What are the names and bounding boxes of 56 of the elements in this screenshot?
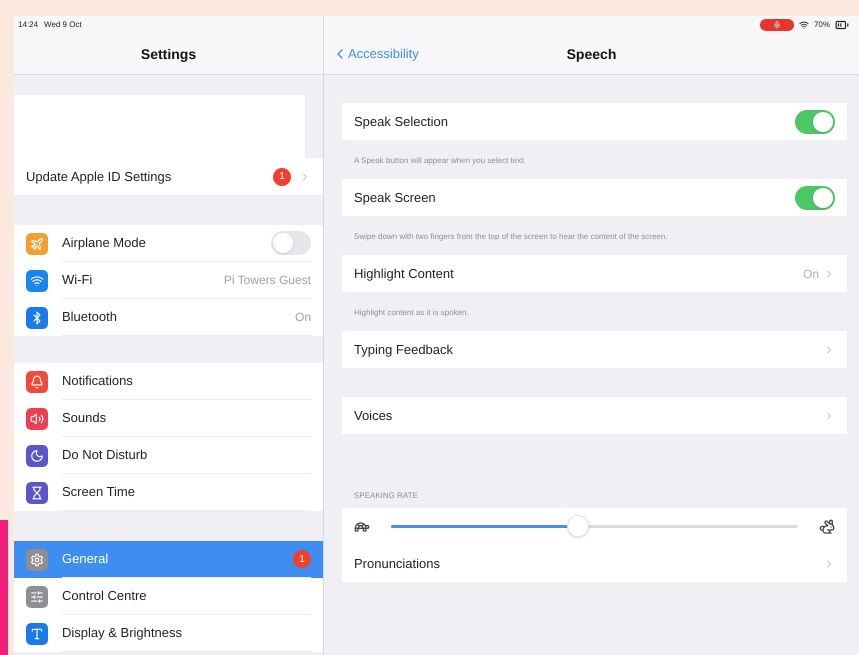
row-label: Do Not Disturb — [62, 446, 148, 464]
microphone-icon — [772, 21, 781, 29]
row-label: Screen Time — [62, 483, 135, 502]
battery-icon — [835, 18, 849, 32]
slider-thumb[interactable] — [567, 515, 590, 537]
footnote-text: A Speak button will appear when you select text. — [354, 156, 526, 165]
row-label: Pronunciations — [354, 554, 440, 573]
settings-row[interactable]: Highlight Content On — [342, 255, 847, 292]
account-row[interactable]: Update Apple ID Settings 1 — [14, 158, 323, 195]
settings-row[interactable]: Wi-Fi Pi Towers Guest — [14, 262, 323, 299]
rabbit-icon — [819, 518, 835, 534]
row-label: Bluetooth — [62, 308, 117, 326]
row-label: Typing Feedback — [354, 340, 454, 359]
footnote-text: Swipe down with two fingers from the top of the screen to hear the content of the screen. — [354, 232, 668, 241]
notification-badge: 1 — [273, 168, 291, 186]
settings-row[interactable]: Bluetooth On — [14, 299, 323, 336]
settings-row[interactable]: Speak Screen — [342, 179, 847, 216]
settings-row[interactable]: Notifications — [14, 363, 323, 400]
row-label: Display & Brightness — [62, 624, 182, 642]
settings-row[interactable]: Speak Selection — [342, 103, 847, 140]
row-label: General — [62, 550, 108, 568]
battery-percent: 70% — [814, 19, 830, 31]
section-header: SPEAKING RATE — [354, 490, 418, 502]
row-value: On — [802, 266, 819, 282]
row-label: Notifications — [62, 372, 133, 390]
settings-row[interactable]: Typing Feedback — [342, 331, 847, 368]
row-label: Update Apple ID Settings — [26, 168, 172, 186]
sidebar-title: Settings — [140, 44, 196, 64]
row-label: Wi-Fi — [62, 271, 92, 290]
page-title: Speech — [566, 44, 616, 64]
settings-row[interactable]: Do Not Disturb — [14, 437, 323, 474]
status-time: 14:24 — [18, 19, 38, 31]
settings-row[interactable]: Display & Brightness — [14, 615, 323, 652]
settings-row[interactable]: General 1 — [14, 541, 323, 578]
row-value: On — [294, 309, 311, 326]
toggle-switch[interactable] — [271, 231, 311, 255]
notification-badge: 1 — [293, 550, 311, 568]
footnote-text: Highlight content as it is spoken. — [354, 308, 469, 317]
row-label: Control Centre — [62, 587, 147, 606]
settings-row[interactable]: Pronunciations — [342, 545, 847, 582]
status-date: Wed 9 Oct — [44, 19, 82, 31]
toggle-switch[interactable] — [795, 110, 835, 134]
row-label: Speak Screen — [354, 188, 436, 207]
settings-row[interactable]: Voices — [342, 397, 847, 434]
row-label: Airplane Mode — [62, 234, 146, 252]
row-label: Highlight Content — [354, 264, 454, 283]
settings-row[interactable]: Sounds — [14, 400, 323, 437]
settings-row[interactable]: Control Centre — [14, 578, 323, 615]
toggle-switch[interactable] — [795, 186, 835, 210]
row-label: Speak Selection — [354, 112, 448, 131]
row-label: Voices — [354, 406, 392, 425]
row-value: Pi Towers Guest — [224, 272, 311, 289]
row-label: Sounds — [62, 409, 106, 428]
settings-row[interactable]: Screen Time — [14, 474, 323, 511]
wifi-icon — [798, 20, 809, 30]
settings-row[interactable]: Airplane Mode — [14, 225, 323, 262]
